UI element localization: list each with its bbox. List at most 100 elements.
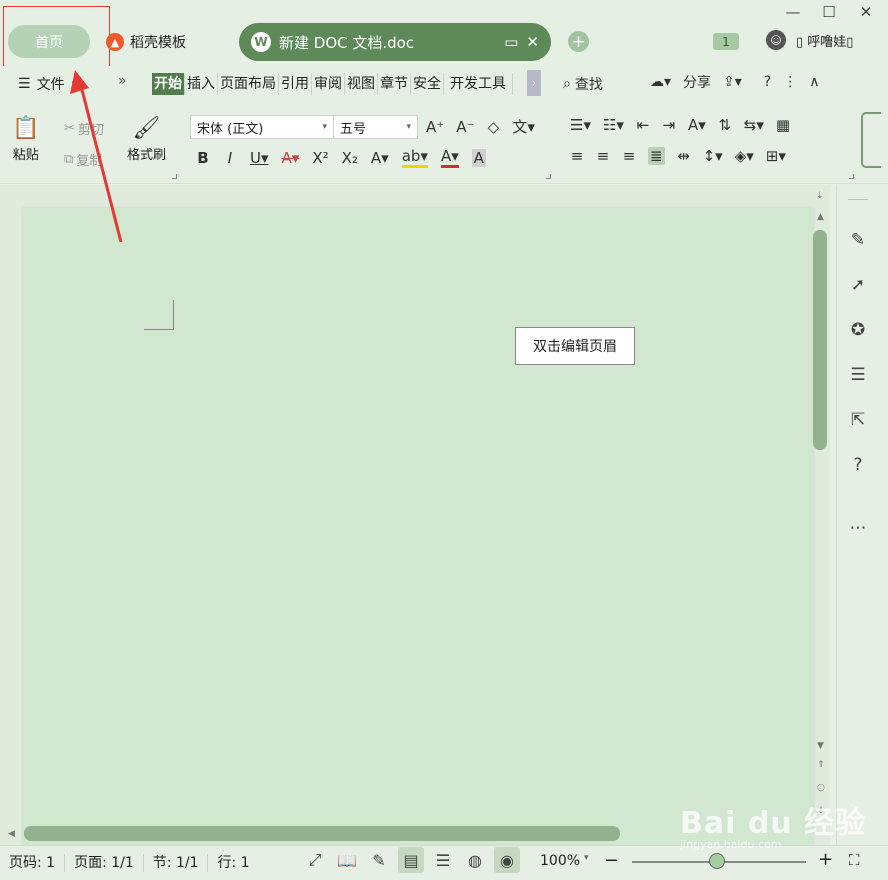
decrease-indent-icon[interactable]: ⇤ (636, 116, 650, 134)
file-menu[interactable]: ☰ 文件 ∨ (18, 74, 79, 94)
status-page-code[interactable]: 页码: 1 (0, 854, 66, 872)
search-button[interactable]: ⌕ 查找 (563, 74, 603, 94)
font-group-launcher[interactable] (546, 174, 551, 179)
font-size-select[interactable]: 五号 ▾ (333, 115, 418, 139)
web-view-icon[interactable]: ◍ (462, 847, 488, 873)
minimize-icon[interactable]: — (782, 3, 804, 21)
avatar[interactable]: ☺ (766, 30, 786, 50)
side-panel-grip[interactable] (848, 199, 868, 200)
header-edit-tooltip[interactable]: 双击编辑页眉 (515, 327, 635, 365)
tab-security[interactable]: 安全 (411, 73, 444, 95)
vertical-scrollbar-thumb[interactable] (813, 230, 827, 450)
subscript-icon[interactable]: X₂ (342, 149, 358, 167)
template-tab[interactable]: ▲ 稻壳模板 (106, 30, 186, 54)
monitor-icon[interactable]: ▭ (504, 33, 518, 51)
phonetic-guide-icon[interactable]: 文▾ (512, 116, 535, 137)
text-effect-icon[interactable]: A▾ (371, 149, 389, 167)
scroll-down-icon[interactable]: ▼ (817, 741, 824, 751)
user-name[interactable]: ▯ 呼噜娃▯ (796, 31, 853, 50)
table-borders-icon[interactable]: ▦ (776, 116, 790, 134)
split-handle-icon[interactable]: ⇣ (816, 191, 824, 201)
status-section[interactable]: 节: 1/1 (144, 854, 209, 872)
align-left-icon[interactable]: ≡ (570, 147, 584, 165)
justify-icon[interactable]: ≣ (648, 147, 665, 165)
sort-icon[interactable]: ⇅ (718, 116, 732, 134)
superscript-icon[interactable]: X² (312, 149, 328, 167)
horizontal-scrollbar-thumb[interactable] (24, 826, 620, 841)
paste-button[interactable]: 📋 粘贴 (12, 114, 39, 163)
document-page[interactable] (23, 208, 813, 848)
pen-icon[interactable]: ✎ (846, 228, 870, 252)
tab-page-layout[interactable]: 页面布局 (218, 73, 279, 95)
tab-sections[interactable]: 章节 (378, 73, 411, 95)
collapse-ribbon-icon[interactable]: ∧ (809, 74, 819, 90)
shading-icon[interactable]: ◈▾ (735, 147, 754, 165)
align-right-icon[interactable]: ≡ (622, 147, 636, 165)
zoom-select[interactable]: 100% ▾ (540, 853, 589, 869)
tab-view[interactable]: 视图 (345, 73, 378, 95)
text-direction-icon[interactable]: A▾ (688, 116, 706, 134)
bold-icon[interactable]: B (196, 149, 210, 167)
status-page[interactable]: 页面: 1/1 (65, 854, 144, 872)
fullscreen-view-icon[interactable]: ⤢ (302, 847, 328, 873)
export-icon[interactable]: ⇪▾ (723, 74, 742, 90)
window-count-badge[interactable]: 1 (713, 33, 739, 50)
close-window-icon[interactable]: ✕ (855, 3, 877, 21)
tab-insert[interactable]: 插入 (185, 73, 218, 95)
sliders-icon[interactable]: ☰ (846, 363, 870, 387)
scroll-up-icon[interactable]: ▲ (817, 212, 824, 222)
highlight-icon[interactable]: ab▾ (401, 147, 428, 168)
italic-icon[interactable]: I (223, 149, 237, 167)
eye-protection-icon[interactable]: ◉ (494, 847, 520, 873)
numbered-list-icon[interactable]: ☷▾ (603, 116, 624, 134)
grow-font-icon[interactable]: A⁺ (426, 118, 444, 136)
writing-view-icon[interactable]: ✎ (366, 847, 392, 873)
cloud-sync-icon[interactable]: ☁▾ (650, 74, 671, 90)
tab-home[interactable]: 开始 (152, 73, 185, 95)
shrink-font-icon[interactable]: A⁻ (456, 118, 474, 136)
zoom-slider-knob[interactable] (709, 853, 725, 869)
cut-button[interactable]: ✂ 剪切 (64, 119, 104, 138)
show-marks-icon[interactable]: ⇆▾ (744, 116, 764, 134)
more-vertical-icon[interactable]: ⋮ (783, 74, 797, 90)
fit-window-icon[interactable]: ⛶ (849, 851, 860, 869)
award-icon[interactable]: ✪ (846, 318, 870, 342)
zoom-out-icon[interactable]: − (604, 850, 619, 871)
maximize-icon[interactable]: ☐ (818, 3, 840, 21)
borders-icon[interactable]: ⊞▾ (766, 147, 786, 165)
menu-scroll-right-icon[interactable]: › (527, 70, 541, 96)
scroll-left-icon[interactable]: ◀ (8, 829, 15, 839)
expand-menu-icon[interactable]: » (118, 73, 127, 89)
status-line[interactable]: 行: 1 (208, 854, 258, 872)
strikethrough-icon[interactable]: A▾ (282, 149, 300, 167)
help-circle-icon[interactable]: ? (846, 453, 870, 477)
help-icon[interactable]: ? (764, 74, 771, 90)
more-horizontal-icon[interactable]: ⋯ (846, 516, 870, 540)
page-view-icon[interactable]: ▤ (398, 847, 424, 873)
close-tab-icon[interactable]: ✕ (526, 33, 539, 51)
tab-developer[interactable]: 开发工具 (444, 73, 513, 95)
underline-icon[interactable]: U▾ (250, 149, 269, 167)
share-out-icon[interactable]: ⇱ (846, 408, 870, 432)
reading-view-icon[interactable]: 📖 (334, 847, 360, 873)
paragraph-group-launcher[interactable] (849, 174, 854, 179)
distribute-icon[interactable]: ⇹ (677, 147, 691, 165)
styles-gallery-edge[interactable] (861, 112, 881, 168)
line-spacing-icon[interactable]: ↕▾ (703, 147, 723, 165)
bullet-list-icon[interactable]: ☰▾ (570, 116, 591, 134)
format-painter-button[interactable]: 🖌 格式刷 (127, 114, 166, 163)
align-center-icon[interactable]: ≡ (596, 147, 610, 165)
pointer-icon[interactable]: ➚ (846, 273, 870, 297)
tab-references[interactable]: 引用 (279, 73, 312, 95)
zoom-in-icon[interactable]: + (818, 849, 833, 870)
previous-page-icon[interactable]: ⇑ (817, 760, 825, 770)
clear-format-icon[interactable]: ◇ (486, 118, 500, 136)
clipboard-group-launcher[interactable] (172, 174, 177, 179)
share-button[interactable]: 分享 (683, 72, 711, 92)
char-shading-icon[interactable]: A (471, 148, 486, 167)
document-tab[interactable]: W 新建 DOC 文档.doc ▭ ✕ (239, 23, 551, 61)
font-color-icon[interactable]: A▾ (440, 147, 459, 168)
font-name-select[interactable]: 宋体 (正文) ▾ (190, 115, 334, 139)
copy-button[interactable]: ⧉ 复制 (64, 150, 102, 169)
new-tab-button[interactable]: + (568, 31, 589, 52)
